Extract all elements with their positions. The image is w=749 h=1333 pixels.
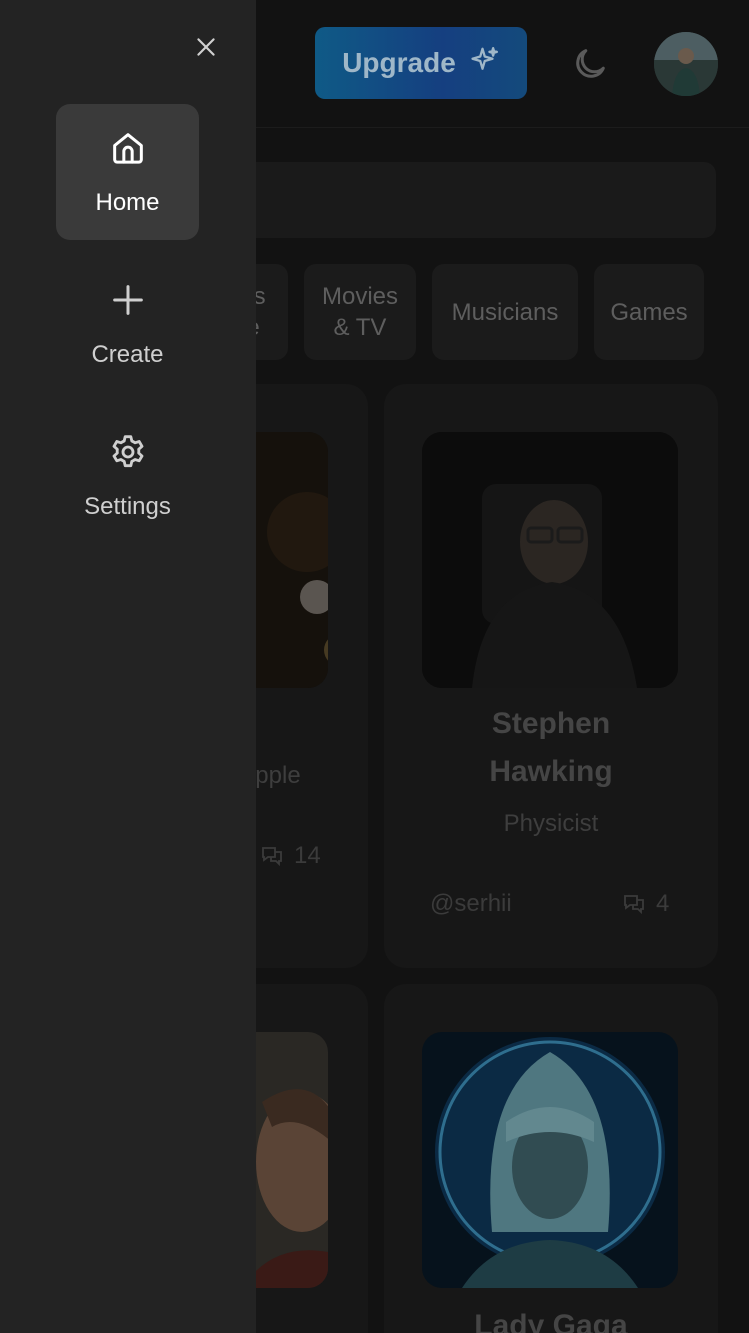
character-image	[422, 432, 678, 688]
nav-item-label: Settings	[84, 492, 171, 520]
chat-icon	[624, 895, 644, 915]
card-subtitle: Physicist	[503, 810, 599, 837]
category-chip-musicians[interactable]: Musicians	[432, 264, 578, 360]
nav-item-label: Home	[95, 188, 160, 216]
upgrade-label: Upgrade	[342, 47, 456, 78]
chat-icon	[262, 847, 282, 867]
category-chip-movies-tv[interactable]: Movies & TV	[304, 264, 416, 360]
nav-item-create[interactable]: Create	[56, 256, 199, 392]
avatar[interactable]	[654, 32, 718, 96]
moon-icon	[570, 49, 610, 87]
character-image	[422, 1032, 678, 1288]
nav-item-label: Create	[91, 340, 164, 368]
plus-icon	[108, 280, 148, 327]
theme-toggle-button[interactable]	[570, 44, 610, 84]
chat-count: 4	[622, 890, 669, 918]
character-card-lady-gaga[interactable]: Lady Gaga	[384, 984, 718, 1333]
nav-item-home[interactable]: Home	[56, 104, 199, 240]
gear-icon	[108, 432, 148, 479]
card-author[interactable]: @serhii	[430, 890, 512, 918]
side-drawer: Home Create Settings	[0, 0, 256, 1333]
close-drawer-button[interactable]	[188, 30, 224, 66]
upgrade-button[interactable]: Upgrade	[315, 27, 527, 99]
card-title: Stephen Hawking	[489, 707, 613, 788]
card-title: Lady Gaga	[474, 1309, 628, 1333]
home-icon	[108, 128, 148, 175]
close-icon	[193, 34, 219, 63]
chat-count: 14	[260, 842, 321, 870]
category-chip-games[interactable]: Games	[594, 264, 704, 360]
sparkles-icon	[470, 45, 500, 82]
character-card-stephen-hawking[interactable]: Stephen Hawking Physicist @serhii 4	[384, 384, 718, 968]
nav-item-settings[interactable]: Settings	[56, 408, 199, 544]
